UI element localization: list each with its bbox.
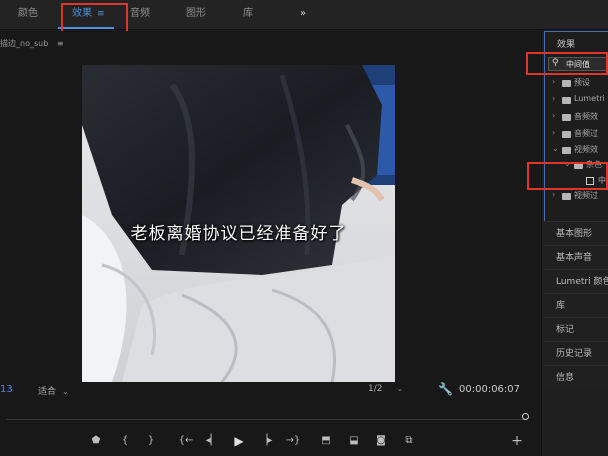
side-panel-tab[interactable]: 历史记录	[544, 341, 608, 365]
time-ruler[interactable]	[0, 410, 540, 426]
resolution-dropdown[interactable]: 1/2 ⌄	[368, 384, 403, 394]
duration-timecode: 00:00:06:07	[459, 384, 521, 395]
chevron-right-icon[interactable]: ›	[552, 94, 555, 103]
side-panel-tab[interactable]: 标记	[544, 317, 608, 341]
side-panel-tab[interactable]: 信息	[544, 365, 608, 389]
more-workspaces-button[interactable]: »	[300, 0, 306, 30]
workspace-tab-label: 图形	[186, 8, 206, 19]
transport-controls: ⬟ {} {← ◂▏ ▶ ▕▸ →} ⬒ ⬓ ◙ ⧉ +	[0, 429, 540, 453]
sequence-name[interactable]: 描边_no_sub	[0, 39, 48, 48]
tree-item-label: Lumetri	[574, 94, 605, 103]
sequence-header: 描边_no_sub ≡	[0, 38, 64, 49]
sequence-menu-icon[interactable]: ≡	[57, 39, 64, 48]
time-ruler-track[interactable]	[6, 416, 526, 420]
effect-folder[interactable]: › 音频过	[545, 128, 608, 141]
workspace-tab-label: 库	[243, 8, 253, 19]
go-to-in-icon[interactable]: {←	[176, 432, 196, 450]
folder-icon	[562, 80, 571, 87]
extract-icon[interactable]: ⬓	[344, 432, 364, 450]
play-icon[interactable]: ▶	[229, 432, 249, 450]
effect-folder[interactable]: ⌄ 视频效	[545, 144, 608, 157]
add-marker-icon[interactable]: ⬟	[86, 432, 106, 450]
monitor-controls: 13 适合 ⌄ 1/2 ⌄ 🔧 00:00:06:07	[0, 380, 540, 402]
chevron-down-icon: ⌄	[62, 387, 69, 396]
chevron-down-icon: ⌄	[396, 384, 404, 393]
tree-item-label: 视频效	[574, 145, 598, 154]
annotation-box-search	[526, 52, 608, 75]
chevron-right-icon[interactable]: ›	[552, 111, 555, 120]
playhead-timecode[interactable]: 13	[0, 384, 13, 395]
workspace-tab-color[interactable]: 颜色	[18, 0, 38, 30]
side-panel-tab[interactable]: 基本图形	[544, 221, 608, 245]
program-monitor: 描边_no_sub ≡ 老板离婚协议已经准备好了 13 适合 ⌄ 1/2 ⌄ 🔧…	[0, 31, 540, 456]
effect-folder[interactable]: › 视频过	[545, 190, 608, 203]
chevron-down-icon[interactable]: ⌄	[552, 144, 559, 153]
workspace-tab-graphics[interactable]: 图形	[186, 0, 206, 30]
fit-zoom-value: 适合	[38, 387, 57, 397]
right-panel-stack: 效果 ⚲ 中间值 › 预设 › Lumetri › 音频效 › 音频过 ⌄ 视频效 ⌄ 杂色中 › 视频过…	[541, 31, 608, 456]
chevron-right-icon[interactable]: ›	[552, 77, 555, 86]
folder-icon	[562, 147, 571, 154]
resolution-value: 1/2	[368, 384, 383, 394]
go-to-out-icon[interactable]: →}	[283, 432, 303, 450]
tree-item-label: 视频过	[574, 191, 598, 200]
folder-icon	[562, 193, 571, 200]
comparison-view-icon[interactable]: ⧉	[399, 432, 419, 450]
side-panel-tab[interactable]: 库	[544, 293, 608, 317]
chevron-right-icon[interactable]: ›	[552, 128, 555, 137]
tree-item-label: 音频效	[574, 112, 598, 121]
annotation-box-effect-item	[527, 162, 608, 190]
workspace-tab-audio[interactable]: 音频	[130, 0, 150, 30]
workspace-tab-libraries[interactable]: 库	[243, 0, 253, 30]
fit-zoom-dropdown[interactable]: 适合 ⌄	[38, 384, 69, 397]
workspace-tab-label: 音频	[130, 8, 150, 19]
effect-folder[interactable]: › 预设	[545, 77, 608, 90]
video-frame: 老板离婚协议已经准备好了	[82, 65, 395, 382]
video-subtitle: 老板离婚协议已经准备好了	[130, 224, 347, 244]
effect-folder[interactable]: › 音频效	[545, 111, 608, 124]
step-forward-icon[interactable]: ▕▸	[256, 432, 276, 450]
tree-item-label: 预设	[574, 78, 590, 87]
settings-wrench-icon[interactable]: 🔧	[438, 382, 453, 396]
chevron-right-icon[interactable]: ›	[552, 190, 555, 199]
side-panel-tab[interactable]: 基本声音	[544, 245, 608, 269]
mark-in-icon[interactable]: {	[115, 432, 135, 450]
add-button-icon[interactable]: +	[507, 432, 527, 450]
folder-icon	[562, 131, 571, 138]
folder-icon	[562, 114, 571, 121]
tree-item-label: 音频过	[574, 129, 598, 138]
export-frame-icon[interactable]: ◙	[371, 432, 391, 450]
lift-icon[interactable]: ⬒	[316, 432, 336, 450]
effect-folder[interactable]: › Lumetri	[545, 94, 608, 107]
workspace-tab-label: 颜色	[18, 8, 38, 19]
side-panel-tab[interactable]: Lumetri 颜色	[544, 269, 608, 293]
step-back-icon[interactable]: ◂▏	[202, 432, 222, 450]
mark-out-icon[interactable]: }	[141, 432, 161, 450]
effects-panel-title[interactable]: 效果	[557, 37, 575, 50]
playhead-handle[interactable]	[522, 413, 529, 420]
folder-icon	[562, 97, 571, 104]
